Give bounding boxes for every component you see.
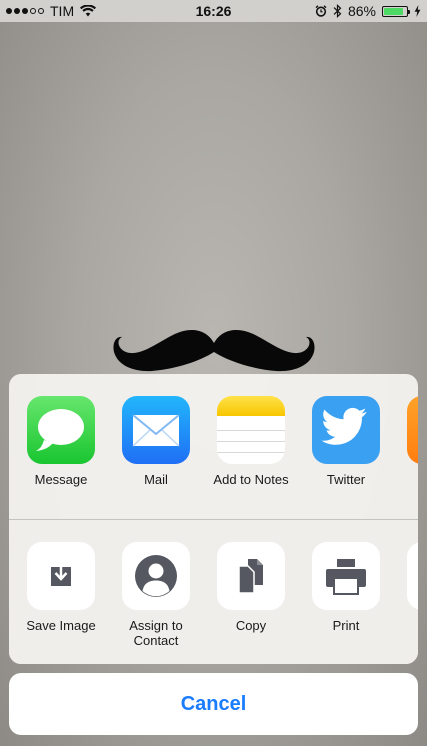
action-assign-to-contact[interactable]: Assign to Contact (111, 542, 201, 648)
share-app-twitter[interactable]: Twitter (301, 396, 391, 487)
battery-cap (408, 9, 410, 14)
notes-app-icon[interactable] (217, 396, 285, 464)
bluetooth-icon (333, 4, 342, 18)
twitter-bird-icon[interactable] (312, 396, 380, 464)
action-partial[interactable]: iC (396, 542, 418, 633)
share-sheet-divider (9, 519, 418, 520)
action-print[interactable]: Print (301, 542, 391, 633)
share-sheet: Message Mail Add to Notes Twitter Save I… (9, 374, 418, 664)
share-app-partial[interactable]: Sa (396, 396, 418, 487)
copy-documents-icon[interactable] (217, 542, 285, 610)
battery-level (384, 7, 403, 15)
battery-icon (382, 5, 410, 17)
action-label: Save Image (26, 618, 96, 633)
action-save-image[interactable]: Save Image (16, 542, 106, 633)
share-app-mail[interactable]: Mail (111, 396, 201, 487)
share-app-label: Twitter (326, 472, 366, 487)
share-apps-row[interactable]: Message Mail Add to Notes Twitter (9, 396, 418, 506)
share-app-message[interactable]: Message (16, 396, 106, 487)
battery-percent: 86% (347, 3, 376, 19)
messages-app-icon[interactable] (27, 396, 95, 464)
share-app-label: Add to Notes (213, 472, 289, 487)
share-app-label: Sa (396, 472, 418, 487)
alarm-icon (315, 5, 327, 17)
share-app-label: Mail (144, 472, 168, 487)
action-copy[interactable]: Copy (206, 542, 296, 633)
action-label: Assign to Contact (129, 618, 183, 648)
share-app-add-to-notes[interactable]: Add to Notes (206, 396, 296, 487)
share-actions-row[interactable]: Save Image Assign to Contact Copy Print (9, 542, 418, 652)
action-label: iC (396, 618, 418, 633)
action-label: Print (332, 618, 360, 633)
mail-app-icon[interactable] (122, 396, 190, 464)
action-label: Copy (235, 618, 267, 633)
contact-silhouette-icon[interactable] (122, 542, 190, 610)
printer-icon[interactable] (312, 542, 380, 610)
cancel-button[interactable]: Cancel (9, 673, 418, 735)
charging-icon (414, 5, 421, 17)
status-bar: TIM 16:26 86% (0, 0, 427, 22)
status-right: 86% (315, 3, 421, 19)
save-download-icon[interactable] (27, 542, 95, 610)
mustache-icon (113, 329, 315, 372)
partial-action-icon[interactable] (407, 542, 418, 610)
share-app-label: Message (34, 472, 88, 487)
partial-app-icon[interactable] (407, 396, 418, 464)
